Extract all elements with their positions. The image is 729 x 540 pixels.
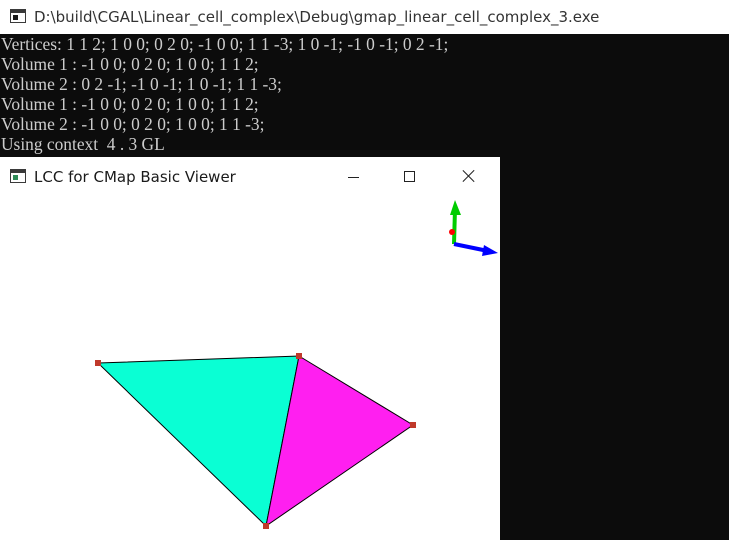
close-icon [462, 169, 476, 183]
viewer-window-title: LCC for CMap Basic Viewer [34, 168, 236, 186]
vertex-marker [410, 422, 416, 428]
axis-y-arrowhead [450, 200, 461, 215]
viewer-titlebar[interactable]: LCC for CMap Basic Viewer [0, 157, 500, 195]
viewer-app-icon [10, 169, 26, 183]
viewer-3d-canvas[interactable] [0, 195, 500, 540]
vertex-marker [263, 523, 269, 529]
console-titlebar[interactable]: D:\build\CGAL\Linear_cell_complex\Debug\… [0, 0, 729, 34]
minimize-button[interactable] [330, 157, 376, 195]
axis-x-arrowhead [482, 245, 498, 256]
console-line: Volume 2 : -1 0 0; 0 2 0; 1 0 0; 1 1 -3; [1, 114, 265, 134]
maximize-button[interactable] [386, 157, 432, 195]
console-line: Vertices: 1 1 2; 1 0 0; 0 2 0; -1 0 0; 1… [1, 34, 449, 54]
face-left [96, 355, 300, 528]
axis-gizmo [449, 200, 498, 256]
vertex-marker [95, 360, 101, 366]
axis-z-marker [449, 229, 455, 235]
viewer-window[interactable]: LCC for CMap Basic Viewer [0, 157, 500, 540]
axis-x-shaft [453, 242, 489, 253]
close-button[interactable] [446, 157, 492, 195]
console-line: Volume 2 : 0 2 -1; -1 0 -1; 1 0 -1; 1 1 … [1, 74, 282, 94]
console-line: Using context 4 . 3 GL [1, 134, 165, 154]
minimize-icon [347, 176, 359, 178]
vertex-marker [296, 353, 302, 359]
maximize-icon [403, 170, 415, 182]
console-app-icon [10, 9, 26, 23]
console-window-title: D:\build\CGAL\Linear_cell_complex\Debug\… [34, 8, 600, 26]
console-line: Volume 1 : -1 0 0; 0 2 0; 1 0 0; 1 1 2; [1, 94, 259, 114]
console-line: Volume 1 : -1 0 0; 0 2 0; 1 0 0; 1 1 2; [1, 54, 259, 74]
